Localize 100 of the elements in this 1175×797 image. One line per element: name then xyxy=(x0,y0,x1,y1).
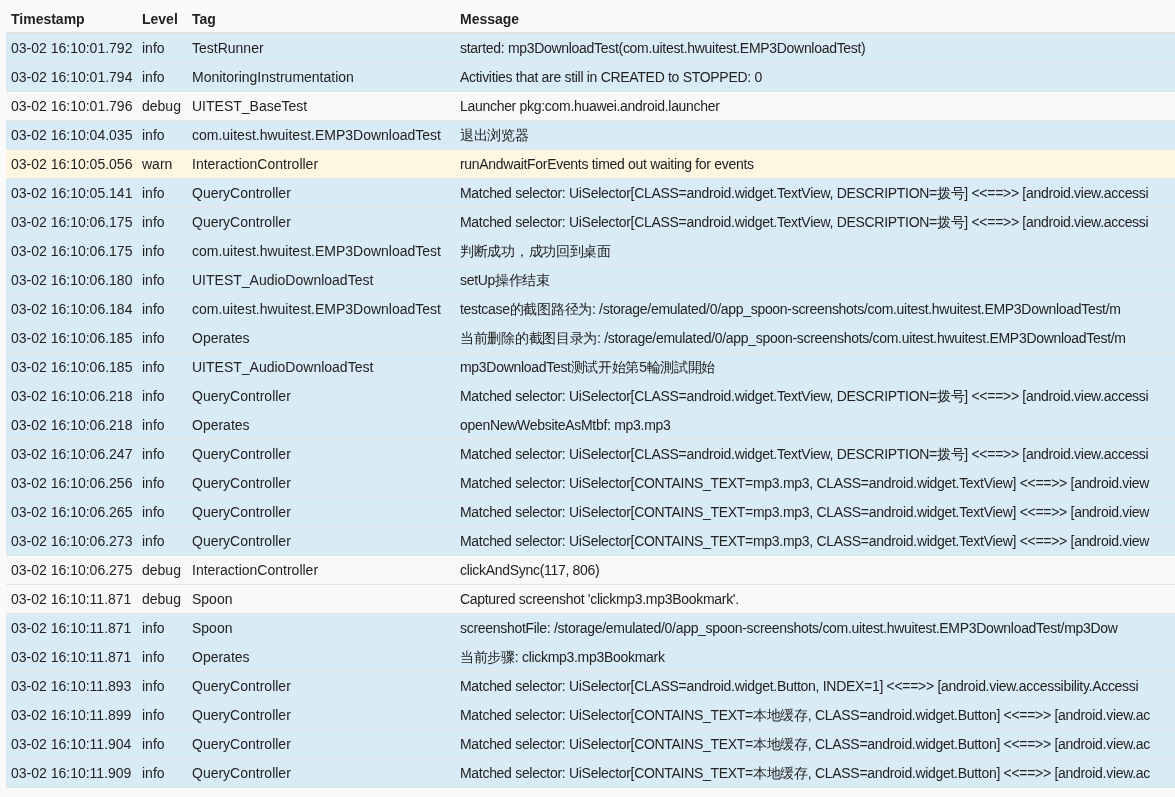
table-cell-text: QueryController xyxy=(191,763,292,783)
table-cell-text: 03-02 16:10:06.180 xyxy=(10,270,134,290)
table-cell-text: 03-02 16:10:11.899 xyxy=(10,705,133,725)
log-row[interactable]: 03-02 16:10:11.899 info QueryController Matched selector: UiSelector[CONTAINS_TEXT=本地缓存, CLASS=android.widget.Button] <<==>> [android.view.ac xyxy=(6,701,1175,730)
log-row[interactable]: 03-02 16:10:01.792 info TestRunner started: mp3DownloadTest(com.uitest.hwuitest.EMP3DownloadTest) xyxy=(6,34,1175,63)
table-cell-text: 03-02 16:10:06.273 xyxy=(10,531,134,551)
table-cell-text: setUp操作结束 xyxy=(459,270,551,290)
table-cell-text: 03-02 16:10:06.256 xyxy=(10,473,134,493)
table-cell-text: info xyxy=(141,125,166,145)
table-cell-text: info xyxy=(141,241,166,261)
table-cell-text: Matched selector: UiSelector[CLASS=android.widget.TextView, DESCRIPTION=拨号] <<==>> [android.view.accessi xyxy=(459,183,1150,203)
log-row[interactable]: 03-02 16:10:06.185 info UITEST_AudioDownloadTest mp3DownloadTest测试开始第5輪測試開始 xyxy=(6,353,1175,382)
log-row[interactable]: 03-02 16:10:11.904 info QueryController Matched selector: UiSelector[CONTAINS_TEXT=本地缓存, CLASS=android.widget.Button] <<==>> [android.view.ac xyxy=(6,730,1175,759)
table-cell-text: QueryController xyxy=(191,386,292,406)
table-cell-text: info xyxy=(141,357,166,377)
table-cell-text: warn xyxy=(141,154,174,174)
table-cell-text: 03-02 16:10:01.794 xyxy=(10,67,134,87)
table-cell-text: Matched selector: UiSelector[CLASS=android.widget.TextView, DESCRIPTION=拨号] <<==>> [android.view.accessi xyxy=(459,444,1150,464)
table-cell-text: 03-02 16:10:06.275 xyxy=(10,560,134,580)
table-cell-text: info xyxy=(141,734,166,754)
log-row[interactable]: 03-02 16:10:11.871 info Operates 当前步骤: clickmp3.mp3Bookmark xyxy=(6,643,1175,672)
table-cell-text: Captured screenshot 'clickmp3.mp3Bookmark'. xyxy=(459,589,740,609)
log-row[interactable]: 03-02 16:10:06.185 info Operates 当前删除的截图目录为: /storage/emulated/0/app_spoon-screenshots/com.uitest.hwuitest.EMP3DownloadTest/m xyxy=(6,324,1175,353)
table-cell-text: Operates xyxy=(191,328,251,348)
log-row[interactable]: 03-02 16:10:06.218 info QueryController Matched selector: UiSelector[CLASS=android.widget.TextView, DESCRIPTION=拨号] <<==>> [android.view.accessi xyxy=(6,382,1175,411)
table-cell-text: started: mp3DownloadTest(com.uitest.hwuitest.EMP3DownloadTest) xyxy=(459,38,867,58)
table-cell-text: info xyxy=(141,38,166,58)
table-cell-text: QueryController xyxy=(191,676,292,696)
column-header: Tag xyxy=(191,9,217,29)
table-cell-text: Matched selector: UiSelector[CONTAINS_TEXT=mp3.mp3, CLASS=android.widget.TextView] <<==>> [android.view xyxy=(459,502,1151,522)
table-cell-text: mp3DownloadTest测试开始第5輪測試開始 xyxy=(459,357,717,377)
table-cell-text: 03-02 16:10:11.909 xyxy=(10,763,133,783)
table-cell-text: Activities that are still in CREATED to STOPPED: 0 xyxy=(459,67,763,87)
log-row[interactable]: 03-02 16:10:06.180 info UITEST_AudioDownloadTest setUp操作结束 xyxy=(6,266,1175,295)
table-cell-text: info xyxy=(141,647,166,667)
table-cell-text: 03-02 16:10:11.871 xyxy=(10,589,133,609)
log-row[interactable]: 03-02 16:10:05.141 info QueryController Matched selector: UiSelector[CLASS=android.widget.TextView, DESCRIPTION=拨号] <<==>> [android.view.accessi xyxy=(6,179,1175,208)
log-row[interactable]: 03-02 16:10:11.909 info QueryController Matched selector: UiSelector[CONTAINS_TEXT=本地缓存, CLASS=android.widget.Button] <<==>> [android.view.ac xyxy=(6,759,1175,788)
table-cell-text: info xyxy=(141,270,166,290)
table-cell-text: 03-02 16:10:06.175 xyxy=(10,212,134,232)
log-row[interactable]: 03-02 16:10:06.265 info QueryController Matched selector: UiSelector[CONTAINS_TEXT=mp3.mp3, CLASS=android.widget.TextView] <<==>> [android.view xyxy=(6,498,1175,527)
table-cell-text: info xyxy=(141,386,166,406)
log-row[interactable]: 03-02 16:10:01.794 info MonitoringInstrumentation Activities that are still in CREATED to STOPPED: 0 xyxy=(6,63,1175,92)
table-cell-text: 判断成功，成功回到桌面 xyxy=(459,241,612,261)
log-row[interactable]: 03-02 16:10:04.035 info com.uitest.hwuitest.EMP3DownloadTest 退出浏览器 xyxy=(6,121,1175,150)
log-row[interactable]: 03-02 16:10:11.893 info QueryController Matched selector: UiSelector[CLASS=android.widget.Button, INDEX=1] <<==>> [android.view.accessibility.Accessi xyxy=(6,672,1175,701)
table-cell-text: UITEST_AudioDownloadTest xyxy=(191,357,375,377)
table-cell-text: 03-02 16:10:06.185 xyxy=(10,357,134,377)
table-cell-text: Matched selector: UiSelector[CONTAINS_TEXT=mp3.mp3, CLASS=android.widget.TextView] <<==>> [android.view xyxy=(459,531,1151,551)
table-cell-text: Matched selector: UiSelector[CLASS=android.widget.Button, INDEX=1] <<==>> [android.view.accessibility.Accessi xyxy=(459,676,1140,696)
table-cell-text: 当前步骤: clickmp3.mp3Bookmark xyxy=(459,647,666,667)
table-cell-text: 03-02 16:10:11.871 xyxy=(10,647,133,667)
table-cell-text: clickAndSync(117, 806) xyxy=(459,560,601,580)
log-row[interactable]: 03-02 16:10:11.871 info Spoon screenshotFile: /storage/emulated/0/app_spoon-screenshots/com.uitest.hwuitest.EMP3DownloadTest/mp3Dow xyxy=(6,614,1175,643)
column-header: Timestamp xyxy=(10,9,86,29)
table-cell-text: UITEST_AudioDownloadTest xyxy=(191,270,375,290)
table-cell-text: 03-02 16:10:01.792 xyxy=(10,38,134,58)
table-cell-text: 03-02 16:10:11.871 xyxy=(10,618,133,638)
log-row[interactable]: 03-02 16:10:06.256 info QueryController Matched selector: UiSelector[CONTAINS_TEXT=mp3.mp3, CLASS=android.widget.TextView] <<==>> [android.view xyxy=(6,469,1175,498)
table-cell-text: 03-02 16:10:06.218 xyxy=(10,386,134,406)
table-cell-text: QueryController xyxy=(191,183,292,203)
log-row[interactable]: 03-02 16:10:06.273 info QueryController Matched selector: UiSelector[CONTAINS_TEXT=mp3.mp3, CLASS=android.widget.TextView] <<==>> [android.view xyxy=(6,527,1175,556)
table-cell-text: openNewWebsiteAsMtbf: mp3.mp3 xyxy=(459,415,672,435)
log-row[interactable]: 03-02 16:10:06.218 info Operates openNewWebsiteAsMtbf: mp3.mp3 xyxy=(6,411,1175,440)
table-cell-text: InteractionController xyxy=(191,154,320,174)
table-cell-text: 03-02 16:10:06.247 xyxy=(10,444,134,464)
log-row[interactable]: 03-02 16:10:05.056 warn InteractionController runAndwaitForEvents timed out waiting for events xyxy=(6,150,1175,179)
table-cell-text: QueryController xyxy=(191,734,292,754)
table-cell-text: 03-02 16:10:11.893 xyxy=(10,676,133,696)
log-row[interactable]: 03-02 16:10:06.184 info com.uitest.hwuitest.EMP3DownloadTest testcase的截图路径为: /storage/emulated/0/app_spoon-screenshots/com.uitest.hwuitest.EMP3DownloadTest/m xyxy=(6,295,1175,324)
table-cell-text: 03-02 16:10:06.218 xyxy=(10,415,134,435)
table-cell-text: info xyxy=(141,502,166,522)
table-cell-text: Spoon xyxy=(191,589,234,609)
table-cell-text: QueryController xyxy=(191,212,292,232)
table-cell-text: info xyxy=(141,705,166,725)
table-cell-text: UITEST_BaseTest xyxy=(191,96,309,116)
table-cell-text: QueryController xyxy=(191,473,292,493)
table-cell-text: Launcher pkg:com.huawei.android.launcher xyxy=(459,96,721,116)
table-cell-text: info xyxy=(141,415,166,435)
table-cell-text: 03-02 16:10:01.796 xyxy=(10,96,134,116)
table-cell-text: runAndwaitForEvents timed out waiting for events xyxy=(459,154,755,174)
table-cell-text: 退出浏览器 xyxy=(459,125,530,145)
log-row[interactable]: 03-02 16:10:06.247 info QueryController Matched selector: UiSelector[CLASS=android.widget.TextView, DESCRIPTION=拨号] <<==>> [android.view.accessi xyxy=(6,440,1175,469)
table-cell-text: Matched selector: UiSelector[CONTAINS_TEXT=本地缓存, CLASS=android.widget.Button] <<==>> [android.view.ac xyxy=(459,705,1151,725)
table-cell-text: info xyxy=(141,473,166,493)
log-row[interactable]: 03-02 16:10:06.175 info QueryController Matched selector: UiSelector[CLASS=android.widget.TextView, DESCRIPTION=拨号] <<==>> [android.view.accessi xyxy=(6,208,1175,237)
table-cell-text: com.uitest.hwuitest.EMP3DownloadTest xyxy=(191,241,442,261)
table-cell-text: info xyxy=(141,444,166,464)
table-cell-text: info xyxy=(141,763,166,783)
table-cell-text: debug xyxy=(141,589,182,609)
table-cell-text: debug xyxy=(141,560,182,580)
table-cell-text: 03-02 16:10:06.265 xyxy=(10,502,134,522)
table-cell-text: 03-02 16:10:06.185 xyxy=(10,328,134,348)
table-cell-text: Matched selector: UiSelector[CONTAINS_TEXT=mp3.mp3, CLASS=android.widget.TextView] <<==>> [android.view xyxy=(459,473,1151,493)
table-cell-text: screenshotFile: /storage/emulated/0/app_spoon-screenshots/com.uitest.hwuitest.EMP3DownloadTest/mp3Dow xyxy=(459,618,1119,638)
table-cell-text: QueryController xyxy=(191,502,292,522)
table-cell-text: QueryController xyxy=(191,531,292,551)
log-row[interactable]: 03-02 16:10:06.175 info com.uitest.hwuitest.EMP3DownloadTest 判断成功，成功回到桌面 xyxy=(6,237,1175,266)
table-cell-text: info xyxy=(141,618,166,638)
table-cell-text: MonitoringInstrumentation xyxy=(191,67,355,87)
